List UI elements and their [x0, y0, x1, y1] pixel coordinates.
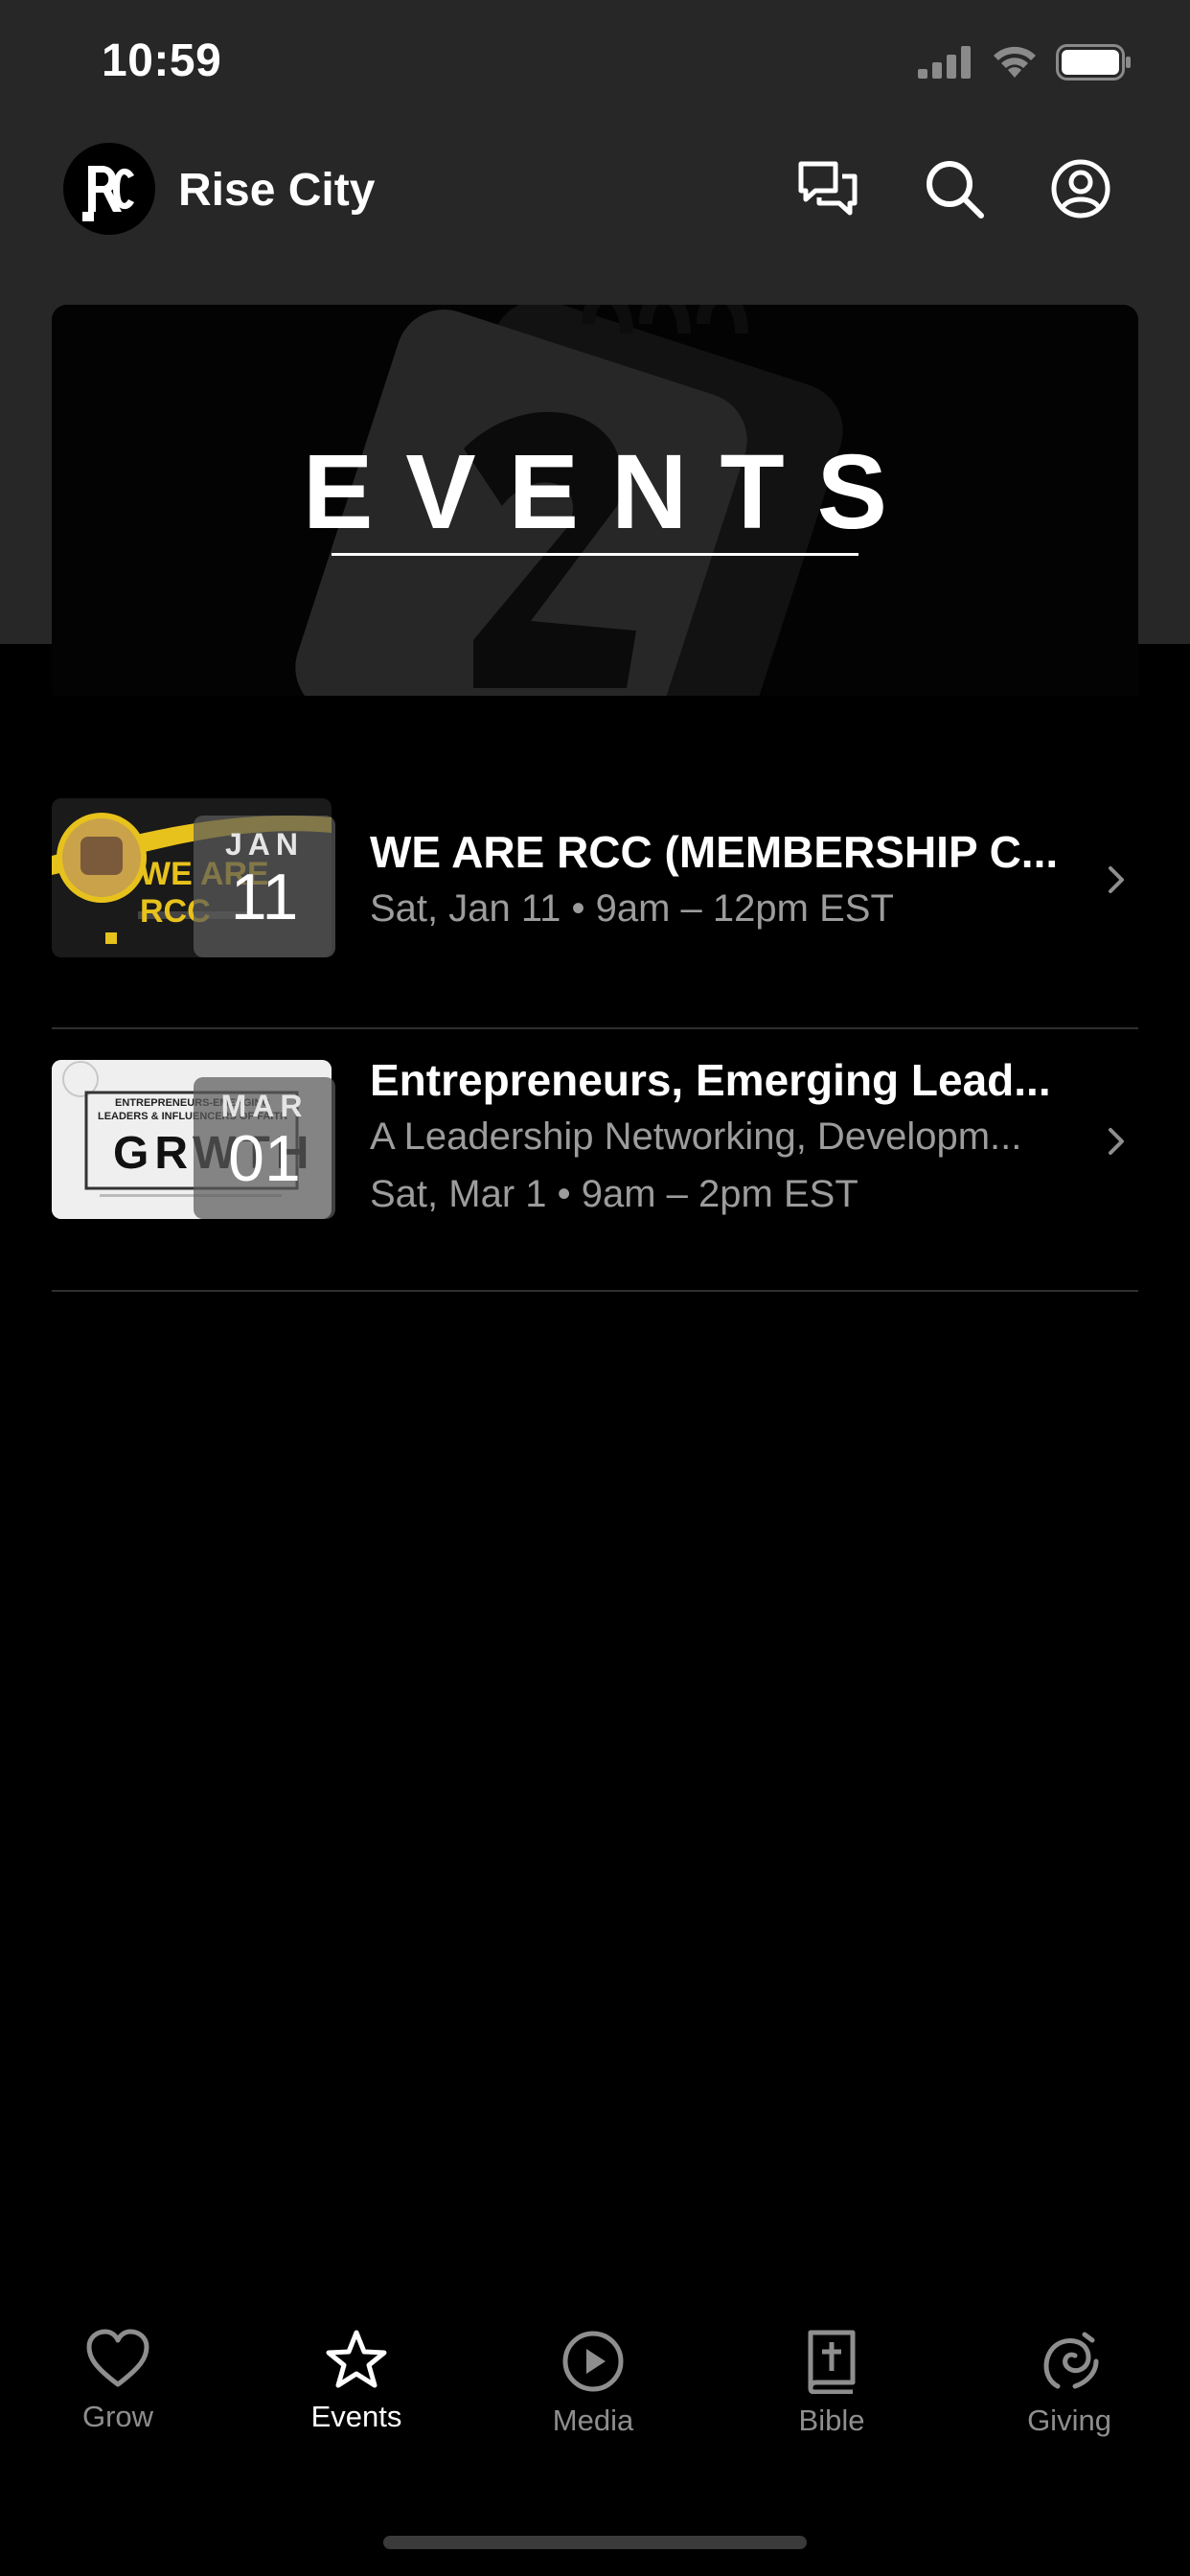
battery-icon [1056, 44, 1131, 80]
home-indicator[interactable] [383, 2536, 807, 2549]
tab-grow[interactable]: Grow [32, 2329, 204, 2434]
tab-label: Events [310, 2400, 402, 2433]
event-datetime: Sat, Jan 11 • 9am – 12pm EST [370, 887, 894, 930]
event-datetime: Sat, Mar 1 • 9am – 2pm EST [370, 1173, 858, 1215]
app-title: Rise City [178, 165, 376, 216]
cellular-signal-icon [918, 46, 971, 79]
event-title: Entrepreneurs, Emerging Lead... [370, 1055, 1051, 1105]
profile-button[interactable] [1041, 149, 1121, 229]
events-hero-banner: EVENTS [52, 305, 1138, 696]
tab-bible[interactable]: Bible [745, 2329, 918, 2438]
tab-label: Grow [81, 2400, 154, 2433]
event-list: WE ARE RCC JAN 11 WE ARE RCC (MEMBERSHIP… [52, 767, 1138, 1292]
event-date-badge: MAR 01 [194, 1077, 335, 1219]
tab-events[interactable]: Events [270, 2329, 443, 2434]
event-day: 01 [228, 1122, 301, 1195]
tab-giving[interactable]: Giving [983, 2329, 1156, 2438]
status-icons [918, 44, 1133, 80]
heart-icon [86, 2329, 149, 2387]
tab-label: Bible [798, 2404, 865, 2437]
event-title: WE ARE RCC (MEMBERSHIP C... [370, 827, 1059, 877]
church-logo[interactable] [63, 143, 155, 235]
messages-button[interactable] [788, 149, 868, 229]
wifi-icon [994, 46, 1036, 78]
star-icon [326, 2330, 387, 2388]
event-list-item[interactable]: ENTREPRENEURS-EMERGING LEADERS & INFLUEN… [52, 1029, 1138, 1292]
chat-bubbles-icon [798, 161, 858, 216]
search-icon [927, 161, 984, 218]
tab-label: Media [552, 2404, 634, 2437]
chevron-right-icon [1109, 1128, 1124, 1155]
status-bar: 10:59 [0, 0, 1190, 129]
app-header: Rise City [0, 139, 1190, 244]
event-subtitle: A Leadership Networking, Developm... [370, 1116, 1022, 1158]
search-button[interactable] [914, 149, 995, 229]
bottom-tab-bar: Grow Events Media Bible Giving [0, 2329, 1190, 2501]
rc-logo-icon [82, 166, 134, 221]
giving-icon [1043, 2332, 1099, 2389]
status-time: 10:59 [102, 35, 222, 86]
event-day: 11 [230, 861, 299, 933]
bible-icon [808, 2330, 856, 2394]
event-list-item[interactable]: WE ARE RCC JAN 11 WE ARE RCC (MEMBERSHIP… [52, 767, 1138, 1029]
hero-title-underline [332, 553, 858, 556]
hero-title: EVENTS [302, 433, 921, 551]
event-month: MAR [220, 1089, 309, 1123]
play-circle-icon [562, 2331, 624, 2392]
tab-label: Giving [1027, 2404, 1111, 2437]
event-month: JAN [224, 827, 304, 862]
chevron-right-icon [1109, 866, 1124, 893]
user-circle-icon [1051, 159, 1110, 218]
tab-media[interactable]: Media [507, 2329, 679, 2438]
event-date-badge: JAN 11 [194, 816, 335, 957]
